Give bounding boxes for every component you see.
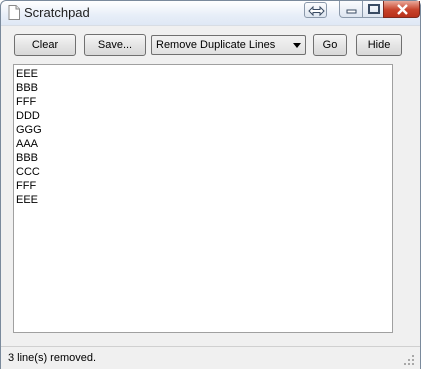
operation-selected-value: Remove Duplicate Lines — [156, 39, 276, 51]
status-message: 3 line(s) removed. — [8, 352, 97, 364]
scratchpad-window: Scratchpad Clear Save... Remove Duplicat… — [0, 0, 421, 369]
text-line: DDD — [16, 110, 40, 122]
close-icon — [397, 4, 408, 15]
text-line: EEE — [16, 68, 39, 80]
text-line: GGG — [16, 124, 42, 136]
status-bar: 3 line(s) removed. — [1, 346, 420, 369]
text-line: FFF — [16, 96, 37, 108]
window-title: Scratchpad — [24, 5, 90, 20]
text-line: EEE — [16, 194, 39, 206]
minimize-icon — [346, 9, 357, 14]
resize-grip-icon[interactable] — [404, 355, 415, 366]
hide-button[interactable]: Hide — [356, 34, 402, 56]
text-line: FFF — [16, 180, 37, 192]
text-line: BBB — [16, 82, 39, 94]
scratchpad-text-area[interactable]: EEE BBB FFF DDD GGG AAA BBB CCC FFF EEE — [13, 64, 393, 333]
document-icon — [8, 5, 20, 20]
go-button[interactable]: Go — [313, 34, 347, 56]
chevron-down-icon — [293, 43, 301, 48]
resize-button[interactable] — [304, 2, 327, 18]
maximize-button[interactable] — [362, 1, 384, 18]
double-arrow-icon — [308, 5, 325, 17]
text-line: CCC — [16, 166, 40, 178]
maximize-icon — [368, 4, 380, 14]
save-button[interactable]: Save... — [84, 34, 146, 56]
text-line: AAA — [16, 138, 39, 150]
clear-button[interactable]: Clear — [14, 34, 76, 56]
text-line: BBB — [16, 152, 39, 164]
close-button[interactable] — [383, 1, 420, 18]
minimize-button[interactable] — [339, 1, 363, 18]
title-bar[interactable]: Scratchpad — [1, 1, 420, 26]
operation-dropdown[interactable]: Remove Duplicate Lines — [151, 35, 306, 55]
